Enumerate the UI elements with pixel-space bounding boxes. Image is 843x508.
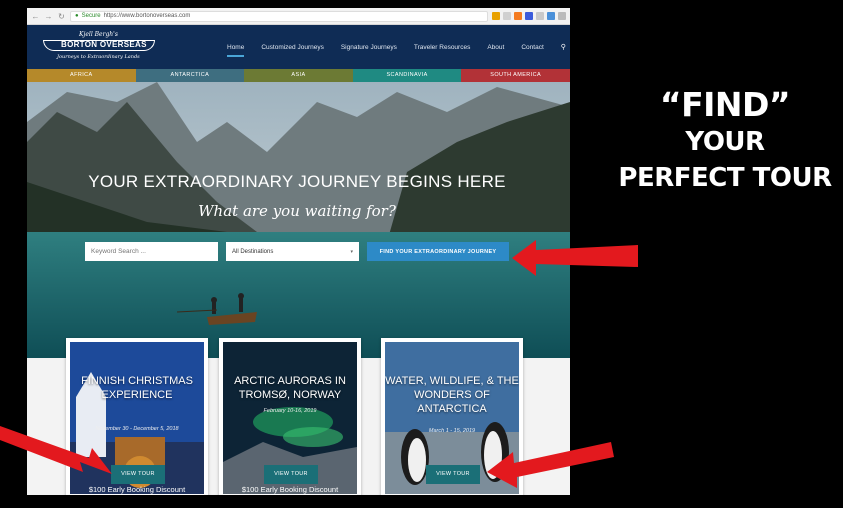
menu-item-traveler-resources[interactable]: Traveler Resources	[414, 44, 470, 51]
promo-line-perfect-tour: PERFECT TOUR	[618, 163, 832, 193]
hero-title: YOUR EXTRAORDINARY JOURNEY BEGINS HERE	[88, 172, 506, 191]
view-tour-button[interactable]: VIEW TOUR	[111, 465, 165, 484]
main-menu: Home Customized Journeys Signature Journ…	[227, 25, 566, 69]
hero-subtitle: What are you waiting for?	[198, 202, 396, 220]
view-tour-button[interactable]: VIEW TOUR	[264, 465, 318, 484]
destination-select[interactable]: All Destinations ▾	[226, 242, 359, 261]
region-asia[interactable]: ASIA	[244, 69, 353, 82]
logo-name: BORTON OVERSEAS	[61, 40, 147, 49]
extension-icon[interactable]	[503, 12, 511, 20]
red-arrow-icon	[487, 442, 614, 488]
tour-card-title: FINNISH CHRISTMAS EXPERIENCE	[81, 375, 193, 401]
extension-icons	[492, 12, 566, 20]
browser-toolbar: ← → ↻ ● Secure https://www.bortonoversea…	[27, 8, 570, 25]
tour-card-title: ARCTIC AURORAS IN TROMSØ, NORWAY	[234, 375, 346, 401]
url-text: https://www.bortonoverseas.com	[103, 13, 191, 19]
tour-card: ARCTIC AURORAS IN TROMSØ, NORWAY Februar…	[219, 338, 361, 495]
secure-label: Secure	[81, 13, 101, 19]
region-bar: AFRICA ANTARCTICA ASIA SCANDINAVIA SOUTH…	[27, 69, 570, 82]
extension-icon[interactable]	[492, 12, 500, 20]
keyword-search-input[interactable]	[85, 242, 218, 261]
region-africa[interactable]: AFRICA	[27, 69, 136, 82]
hero-lake-image	[27, 82, 570, 360]
logo-script: Kjell Bergh's	[79, 31, 118, 38]
tour-card-discount: $100 Early Booking Discount	[241, 485, 339, 494]
promo-line-your: YOUR	[685, 127, 765, 157]
region-antarctica[interactable]: ANTARCTICA	[135, 69, 245, 82]
menu-item-contact[interactable]: Contact	[521, 44, 543, 51]
site-logo[interactable]: Kjell Bergh's BORTON OVERSEAS Journeys t…	[39, 30, 159, 64]
view-tour-button[interactable]: VIEW TOUR	[426, 465, 480, 484]
tour-card-image: ARCTIC AURORAS IN TROMSØ, NORWAY Februar…	[223, 342, 357, 494]
forward-icon[interactable]: →	[44, 12, 53, 21]
back-icon[interactable]: ←	[31, 12, 40, 21]
menu-item-about[interactable]: About	[487, 44, 504, 51]
extension-icon[interactable]	[536, 12, 544, 20]
promo-text: “FIND” YOUR PERFECT TOUR	[607, 86, 843, 196]
tour-card-title: WATER, WILDLIFE, & THE WONDERS OF ANTARC…	[385, 375, 519, 415]
reload-icon[interactable]: ↻	[57, 12, 66, 21]
lock-icon: ●	[75, 13, 79, 19]
extension-icon[interactable]	[514, 12, 522, 20]
chevron-down-icon: ▾	[350, 248, 353, 255]
find-journey-button[interactable]: FIND YOUR EXTRAORDINARY JOURNEY	[367, 242, 509, 261]
menu-item-customized-journeys[interactable]: Customized Journeys	[261, 44, 324, 51]
red-arrow-icon	[0, 426, 112, 474]
menu-dots-icon[interactable]	[558, 12, 566, 20]
menu-item-signature-journeys[interactable]: Signature Journeys	[341, 44, 397, 51]
site-header: Kjell Bergh's BORTON OVERSEAS Journeys t…	[27, 25, 570, 69]
logo-tagline: Journeys to Extraordinary Lands	[57, 54, 140, 60]
search-icon[interactable]: ⚲	[561, 43, 566, 51]
extension-icon[interactable]	[525, 12, 533, 20]
menu-item-home[interactable]: Home	[227, 44, 245, 57]
promo-line-find: “FIND”	[659, 85, 791, 124]
address-bar[interactable]: ● Secure https://www.bortonoverseas.com	[70, 10, 488, 22]
extension-icon[interactable]	[547, 12, 555, 20]
red-arrow-icon	[512, 240, 638, 276]
tour-card-dates: March 1 - 15, 2019	[428, 428, 476, 434]
region-scandinavia[interactable]: SCANDINAVIA	[352, 69, 462, 82]
region-south-america[interactable]: SOUTH AMERICA	[461, 69, 570, 82]
slide: ← → ↻ ● Secure https://www.bortonoversea…	[0, 0, 843, 508]
tour-card-dates: February 10-16, 2019	[263, 408, 317, 414]
destination-value: All Destinations	[232, 248, 274, 255]
search-form: All Destinations ▾ FIND YOUR EXTRAORDINA…	[85, 242, 509, 261]
hero-section: YOUR EXTRAORDINARY JOURNEY BEGINS HERE W…	[27, 82, 570, 360]
